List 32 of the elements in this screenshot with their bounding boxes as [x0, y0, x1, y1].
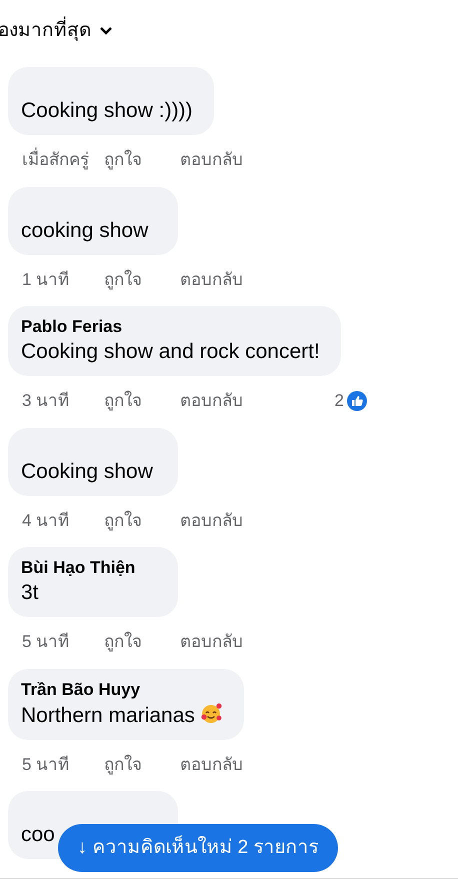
comment-text: 3t — [21, 580, 40, 606]
comment-text: Northern marianas — [21, 700, 231, 730]
comment-text: coo — [21, 822, 56, 848]
commenter-name[interactable]: Pablo Ferias — [21, 316, 328, 338]
thumbs-up-icon — [346, 390, 368, 412]
reply-link[interactable]: ตอบกลับ — [180, 629, 243, 654]
like-link[interactable]: ถูกใจ — [104, 508, 180, 533]
comment-text: cooking show — [21, 218, 150, 244]
chevron-down-icon[interactable] — [99, 26, 113, 36]
comment-time: 3 นาที — [22, 390, 70, 412]
like-link[interactable]: ถูกใจ — [104, 629, 180, 654]
comment-text: Cooking show — [21, 458, 154, 484]
reply-link[interactable]: ตอบกลับ — [180, 752, 243, 777]
comment-time: 4 นาที — [22, 510, 70, 532]
comment-time: 1 นาที — [22, 268, 70, 290]
reply-link[interactable]: ตอบกลับ — [180, 388, 243, 414]
like-link[interactable]: ถูกใจ — [104, 266, 180, 292]
comment-text: Cooking show :)))) — [21, 98, 194, 124]
comment-time: 5 นาที — [22, 754, 70, 776]
like-count: 2 — [334, 390, 344, 412]
comment-text: Cooking show and rock concert! — [21, 339, 321, 365]
new-comments-button[interactable]: ↓ ความคิดเห็นใหม่ 2 รายการ — [58, 824, 338, 872]
reply-link[interactable]: ตอบกลับ — [180, 266, 243, 292]
like-link[interactable]: ถูกใจ — [104, 147, 180, 172]
comment-time: 5 นาที — [22, 631, 70, 653]
commenter-name[interactable]: Trần Bão Huyy — [21, 678, 231, 700]
like-link[interactable]: ถูกใจ — [104, 388, 180, 414]
comment-time: เมื่อสักครู่ — [22, 147, 100, 172]
like-link[interactable]: ถูกใจ — [104, 752, 180, 777]
commenter-name[interactable]: Bùi Hạo Thiện — [21, 557, 165, 579]
reply-link[interactable]: ตอบกลับ — [180, 508, 243, 533]
reply-link[interactable]: ตอบกลับ — [180, 147, 243, 172]
